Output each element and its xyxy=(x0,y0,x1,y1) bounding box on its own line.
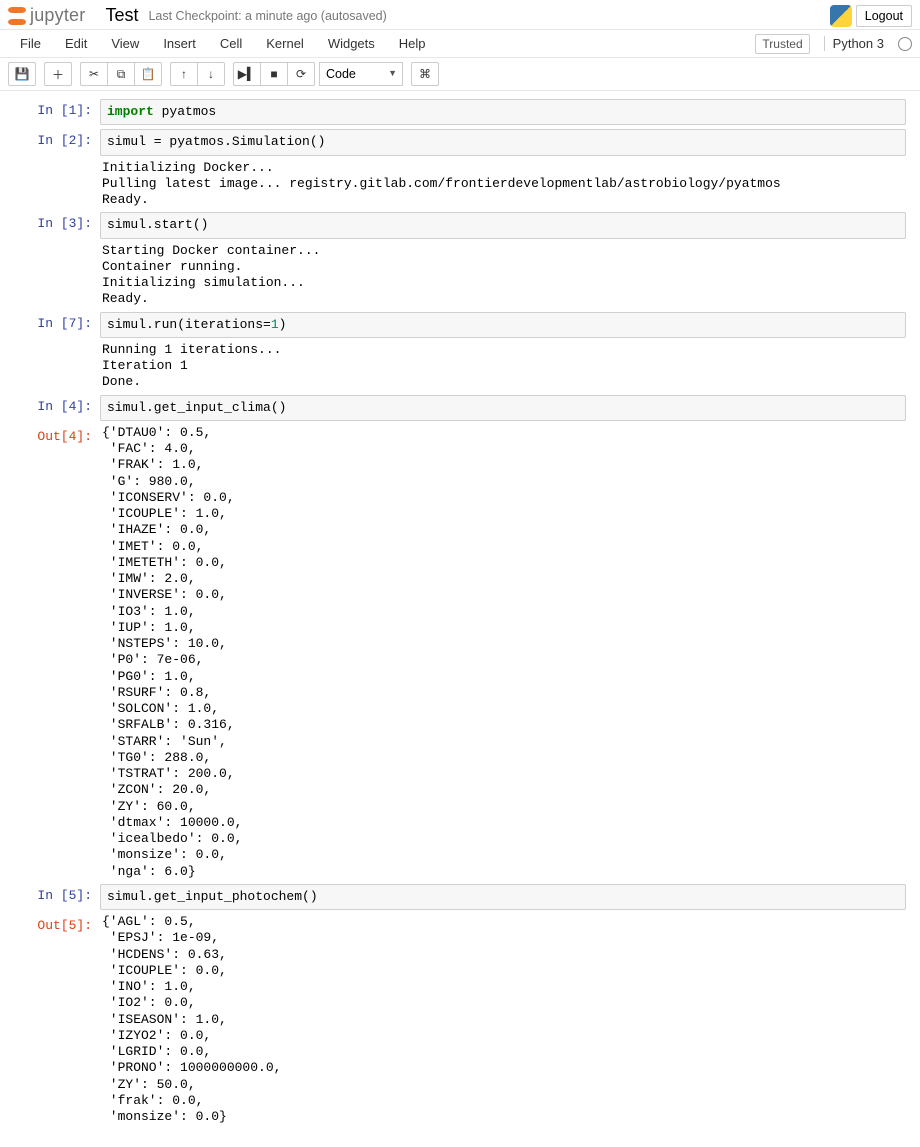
menu-view[interactable]: View xyxy=(99,30,151,57)
code-cell[interactable]: In [4]: simul.get_input_clima() xyxy=(14,393,906,423)
save-button[interactable]: 💾 xyxy=(8,62,36,86)
kernel-name[interactable]: Python 3 xyxy=(824,36,884,51)
input-prompt: In [1]: xyxy=(14,99,100,125)
menu-cell[interactable]: Cell xyxy=(208,30,254,57)
input-prompt: In [4]: xyxy=(14,395,100,421)
input-prompt: In [7]: xyxy=(14,312,100,338)
code-cell[interactable]: In [2]: simul = pyatmos.Simulation() xyxy=(14,127,906,157)
insert-cell-button[interactable]: ＋ xyxy=(44,62,72,86)
checkpoint-status: Last Checkpoint: a minute ago (autosaved… xyxy=(148,9,386,23)
menu-help[interactable]: Help xyxy=(387,30,438,57)
output-area: Starting Docker container... Container r… xyxy=(100,243,906,308)
output-prompt: Out[4]: xyxy=(14,425,100,880)
execute-result: {'AGL': 0.5, 'EPSJ': 1e-09, 'HCDENS': 0.… xyxy=(102,914,906,1125)
output-stream-row: Initializing Docker... Pulling latest im… xyxy=(14,158,906,211)
code-input[interactable]: simul.get_input_clima() xyxy=(100,395,906,421)
output-area: {'AGL': 0.5, 'EPSJ': 1e-09, 'HCDENS': 0.… xyxy=(100,914,906,1125)
menu-kernel[interactable]: Kernel xyxy=(254,30,316,57)
jupyter-logo[interactable]: jupyter xyxy=(8,5,85,26)
stream-output: Running 1 iterations... Iteration 1 Done… xyxy=(102,342,906,391)
notebook-name[interactable]: Test xyxy=(99,3,144,28)
output-stream-row: Running 1 iterations... Iteration 1 Done… xyxy=(14,340,906,393)
python-logo-icon xyxy=(830,5,852,27)
kernel-status-icon xyxy=(898,37,912,51)
input-prompt: In [2]: xyxy=(14,129,100,155)
stop-button[interactable]: ■ xyxy=(260,62,288,86)
menubar: File Edit View Insert Cell Kernel Widget… xyxy=(0,30,920,58)
code-text: import pyatmos xyxy=(107,104,899,120)
move-up-button[interactable]: ↑ xyxy=(170,62,198,86)
menu-widgets[interactable]: Widgets xyxy=(316,30,387,57)
input-prompt: In [5]: xyxy=(14,884,100,910)
notebook-container: In [1]: import pyatmos In [2]: simul = pyat… xyxy=(0,91,920,1147)
execute-result: {'DTAU0': 0.5, 'FAC': 4.0, 'FRAK': 1.0, … xyxy=(102,425,906,880)
cell-type-select[interactable]: Code xyxy=(319,62,403,86)
code-input[interactable]: simul = pyatmos.Simulation() xyxy=(100,129,906,155)
command-palette-button[interactable]: ⌘ xyxy=(411,62,439,86)
menu-file[interactable]: File xyxy=(8,30,53,57)
output-prompt: Out[5]: xyxy=(14,914,100,1125)
code-text: simul.run(iterations=1) xyxy=(107,317,899,333)
move-down-button[interactable]: ↓ xyxy=(197,62,225,86)
jupyter-logo-icon xyxy=(8,7,26,25)
code-cell[interactable]: In [3]: simul.start() xyxy=(14,210,906,240)
menu-insert[interactable]: Insert xyxy=(151,30,208,57)
logout-button[interactable]: Logout xyxy=(856,5,912,27)
code-input[interactable]: simul.run(iterations=1) xyxy=(100,312,906,338)
paste-button[interactable]: 📋 xyxy=(134,62,162,86)
output-area: Running 1 iterations... Iteration 1 Done… xyxy=(100,342,906,391)
output-area: Initializing Docker... Pulling latest im… xyxy=(100,160,906,209)
restart-button[interactable]: ⟳ xyxy=(287,62,315,86)
code-text: simul.get_input_photochem() xyxy=(107,889,899,905)
output-area: {'DTAU0': 0.5, 'FAC': 4.0, 'FRAK': 1.0, … xyxy=(100,425,906,880)
code-input[interactable]: simul.start() xyxy=(100,212,906,238)
copy-button[interactable]: ⧉ xyxy=(107,62,135,86)
menu-edit[interactable]: Edit xyxy=(53,30,99,57)
output-stream-row: Starting Docker container... Container r… xyxy=(14,241,906,310)
code-input[interactable]: simul.get_input_photochem() xyxy=(100,884,906,910)
code-cell[interactable]: In [5]: simul.get_input_photochem() xyxy=(14,882,906,912)
stream-output: Starting Docker container... Container r… xyxy=(102,243,906,308)
code-text: simul.get_input_clima() xyxy=(107,400,899,416)
notebook-header: jupyter Test Last Checkpoint: a minute a… xyxy=(0,0,920,30)
code-cell[interactable]: In [7]: simul.run(iterations=1) xyxy=(14,310,906,340)
code-cell[interactable]: In [1]: import pyatmos xyxy=(14,97,906,127)
trusted-indicator[interactable]: Trusted xyxy=(755,34,809,54)
code-input[interactable]: import pyatmos xyxy=(100,99,906,125)
cut-button[interactable]: ✂ xyxy=(80,62,108,86)
code-text: simul.start() xyxy=(107,217,899,233)
toolbar: 💾 ＋ ✂ ⧉ 📋 ↑ ↓ ▶▍ ■ ⟳ Code ⌘ xyxy=(0,58,920,91)
code-text: simul = pyatmos.Simulation() xyxy=(107,134,899,150)
output-result-row: Out[4]:{'DTAU0': 0.5, 'FAC': 4.0, 'FRAK'… xyxy=(14,423,906,882)
input-prompt: In [3]: xyxy=(14,212,100,238)
output-result-row: Out[5]:{'AGL': 0.5, 'EPSJ': 1e-09, 'HCDE… xyxy=(14,912,906,1127)
jupyter-logo-text: jupyter xyxy=(30,5,85,26)
stream-output: Initializing Docker... Pulling latest im… xyxy=(102,160,906,209)
run-button[interactable]: ▶▍ xyxy=(233,62,261,86)
